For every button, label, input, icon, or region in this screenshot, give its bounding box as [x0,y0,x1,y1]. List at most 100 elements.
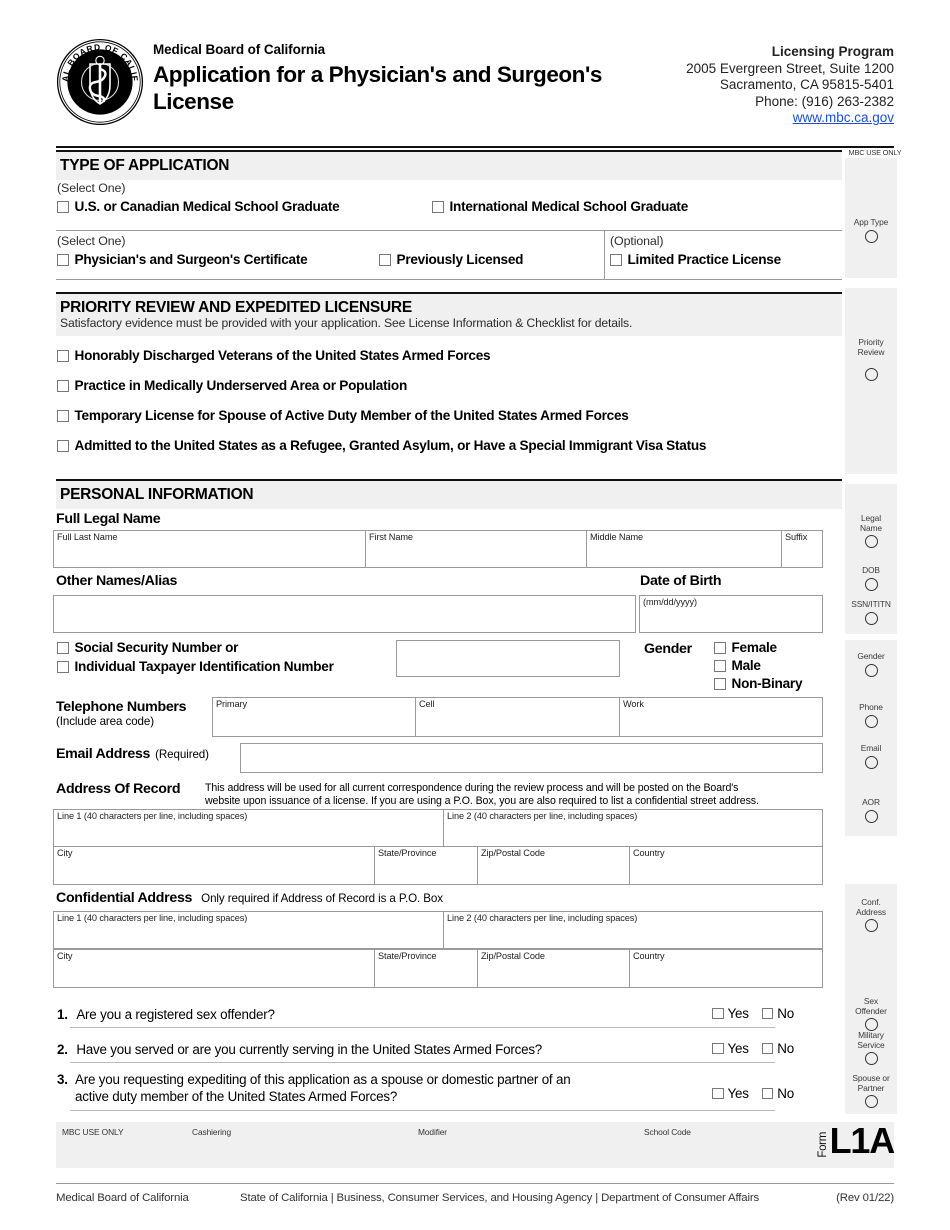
checkbox-icon[interactable] [610,254,622,266]
field-conf-line2[interactable]: Line 2 (40 characters per line, includin… [443,911,823,949]
sidebar-item-sex-offender[interactable]: Sex Offender [845,996,897,1032]
field-aor-city[interactable]: City [53,846,375,885]
circle-bubble-icon[interactable] [864,1052,878,1066]
sidebar-item-priority-review[interactable]: Priority Review [845,337,897,382]
ssn-itin-group: Social Security Number or Individual Tax… [57,640,334,675]
field-suffix[interactable]: Suffix [781,530,823,568]
field-caption: Middle Name [590,532,644,542]
sidebar-item-legal-name[interactable]: Legal Name [845,513,897,549]
field-phone-cell[interactable]: Cell [415,697,620,737]
sidebar-item-phone[interactable]: Phone [845,702,897,728]
checkbox-icon[interactable] [57,380,69,392]
circle-bubble-icon[interactable] [864,809,878,823]
checkbox-icon[interactable] [761,1087,774,1100]
checkbox-icon[interactable] [714,642,726,654]
field-conf-line1[interactable]: Line 1 (40 characters per line, includin… [53,911,444,949]
checkbox-limited-practice-license[interactable]: Limited Practice License [610,252,840,268]
section-header-type-of-application: TYPE OF APPLICATION [56,150,842,180]
checkbox-temporary-license-spouse[interactable]: Temporary License for Spouse of Active D… [57,401,843,431]
sidebar-item-aor[interactable]: AOR [845,797,897,823]
field-conf-zip-postal-code[interactable]: Zip/Postal Code [477,949,630,988]
circle-bubble-icon[interactable] [864,577,878,591]
field-date-of-birth[interactable]: (mm/dd/yyyy) [639,595,823,633]
field-phone-work[interactable]: Work [619,697,823,737]
sidebar-item-gender[interactable]: Gender [845,651,897,677]
checkbox-icon[interactable] [712,1007,724,1020]
checkbox-icon[interactable] [761,1042,774,1055]
checkbox-icon[interactable] [714,660,726,672]
checkbox-icon[interactable] [57,642,69,654]
field-caption: City [57,951,73,961]
field-conf-city[interactable]: City [53,949,375,988]
type-of-application-body: (Select One) U.S. or Canadian Medical Sc… [56,181,842,215]
checkbox-label: Non-Binary [731,676,803,691]
checkbox-honorably-discharged-veterans[interactable]: Honorably Discharged Veterans of the Uni… [57,341,843,371]
checkbox-icon[interactable] [57,410,69,422]
circle-bubble-icon[interactable] [864,368,878,382]
checkbox-medically-underserved-area[interactable]: Practice in Medically Underserved Area o… [57,371,843,401]
circle-bubble-icon[interactable] [864,1095,878,1109]
footer-modifier-label[interactable]: Modifier [418,1127,447,1137]
sidebar-item-ssn[interactable]: SSN/ITITN [845,599,897,625]
checkbox-physicians-surgeons-certificate[interactable]: Physician's and Surgeon's Certificate [57,252,379,268]
field-other-names-alias[interactable] [53,595,636,633]
checkbox-icon[interactable] [379,254,391,266]
field-aor-state-province[interactable]: State/Province [374,846,478,885]
checkbox-gender-male[interactable]: Male [714,658,802,674]
question-number: 3. [57,1072,68,1087]
checkbox-icon[interactable] [57,201,69,213]
question-3-underline [70,1110,775,1111]
sidebar-item-spouse-or-partner[interactable]: Spouse or Partner [845,1073,897,1109]
checkbox-individual-taxpayer-id[interactable]: Individual Taxpayer Identification Numbe… [57,659,334,675]
question-1-answers: Yes No [712,1006,794,1021]
field-caption: Zip/Postal Code [481,951,545,961]
checkbox-icon[interactable] [57,254,69,266]
field-conf-country[interactable]: Country [629,949,823,988]
sidebar-item-dob[interactable]: DOB [845,565,897,591]
checkbox-icon[interactable] [761,1007,774,1020]
field-full-last-name[interactable]: Full Last Name [53,530,366,568]
checkbox-icon[interactable] [432,201,444,213]
circle-bubble-icon[interactable] [864,714,878,728]
checkbox-gender-non-binary[interactable]: Non-Binary [714,676,803,692]
field-aor-line2[interactable]: Line 2 (40 characters per line, includin… [443,809,823,847]
checkbox-icon[interactable] [712,1042,724,1055]
checkbox-social-security-number[interactable]: Social Security Number or [57,640,334,656]
circle-bubble-icon[interactable] [864,229,878,243]
circle-bubble-icon[interactable] [864,535,878,549]
circle-bubble-icon[interactable] [864,919,878,933]
sidebar-item-conf-address[interactable]: Conf. Address [845,897,897,933]
field-ssn-itin-value[interactable] [396,640,620,677]
field-aor-line1[interactable]: Line 1 (40 characters per line, includin… [53,809,444,847]
sidebar-item-aor-label: AOR [862,797,880,807]
checkbox-icon[interactable] [57,661,69,673]
field-aor-country[interactable]: Country [629,846,823,885]
field-email-address[interactable] [240,743,823,773]
website-link[interactable]: www.mbc.ca.gov [793,110,894,125]
optional-note: (Optional) [610,234,664,248]
field-middle-name[interactable]: Middle Name [586,530,782,568]
checkbox-us-canadian-graduate[interactable]: U.S. or Canadian Medical School Graduate [57,199,432,215]
checkbox-icon[interactable] [57,440,69,452]
circle-bubble-icon[interactable] [864,663,878,677]
sidebar-item-app-type[interactable]: App Type [845,217,897,243]
circle-bubble-icon[interactable] [864,611,878,625]
field-conf-state-province[interactable]: State/Province [374,949,478,988]
checkbox-icon[interactable] [712,1087,724,1100]
checkbox-icon[interactable] [714,678,726,690]
confidential-address-note: Only required if Address of Record is a … [201,892,443,905]
checkbox-gender-female[interactable]: Female [714,640,802,656]
footer-school-code-label[interactable]: School Code [644,1127,691,1137]
checkbox-previously-licensed[interactable]: Previously Licensed [379,252,523,268]
field-caption: Suffix [785,532,808,542]
field-aor-zip-postal-code[interactable]: Zip/Postal Code [477,846,630,885]
field-phone-primary[interactable]: Primary [212,697,416,737]
checkbox-icon[interactable] [57,350,69,362]
checkbox-international-graduate[interactable]: International Medical School Graduate [432,199,688,215]
circle-bubble-icon[interactable] [864,755,878,769]
sidebar-item-email[interactable]: Email [845,743,897,769]
sidebar-item-military-service[interactable]: Military Service [845,1030,897,1066]
footer-cashiering-label[interactable]: Cashiering [192,1127,231,1137]
checkbox-refugee-asylum-visa[interactable]: Admitted to the United States as a Refug… [57,431,843,461]
field-first-name[interactable]: First Name [365,530,587,568]
